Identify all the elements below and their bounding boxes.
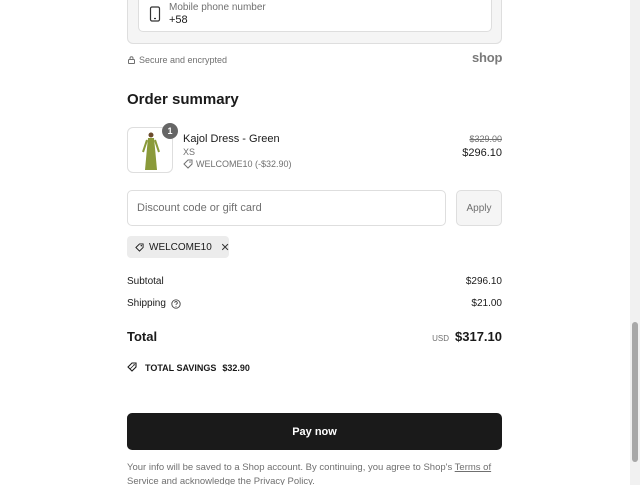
footer-text-middle: and acknowledge the <box>158 476 254 485</box>
phone-field-value[interactable]: +58 <box>169 14 188 26</box>
shop-logo: shop <box>472 50 503 65</box>
subtotal-label: Subtotal <box>127 276 164 287</box>
lock-icon <box>128 56 135 64</box>
subtotal-value: $296.10 <box>465 276 502 287</box>
product-price: $296.10 <box>462 147 502 159</box>
scrollbar-thumb[interactable] <box>632 322 638 462</box>
product-original-price: $329.00 <box>469 134 502 144</box>
scrollbar-track[interactable] <box>630 0 640 485</box>
product-discount: WELCOME10 (-$32.90) <box>183 159 292 169</box>
total-currency: USD <box>432 334 449 343</box>
remove-discount-icon[interactable] <box>221 242 229 252</box>
help-icon[interactable] <box>171 298 181 309</box>
shipping-value: $21.00 <box>471 298 502 309</box>
total-savings: TOTAL SAVINGS $32.90 <box>127 362 250 373</box>
product-variant: XS <box>183 147 196 157</box>
product-name: Kajol Dress - Green <box>183 133 280 145</box>
privacy-link[interactable]: Privacy Policy <box>254 476 312 485</box>
pay-now-button[interactable]: Pay now <box>127 413 502 450</box>
secure-notice: Secure and encrypted <box>128 55 227 65</box>
secure-text: Secure and encrypted <box>139 55 228 65</box>
footer-text-after: . <box>312 476 315 485</box>
total-amount: $317.10 <box>455 329 502 344</box>
mobile-phone-icon <box>149 6 161 22</box>
footer-consent-text: Your info will be saved to a Shop accoun… <box>127 461 507 485</box>
phone-field[interactable]: Mobile phone number +58 <box>138 0 492 32</box>
savings-tag-icon <box>127 362 137 372</box>
footer-text-before: Your info will be saved to a Shop accoun… <box>127 462 455 473</box>
shipping-label: Shipping <box>127 298 166 309</box>
tag-icon <box>183 159 193 169</box>
total-label: Total <box>127 329 158 344</box>
phone-field-label: Mobile phone number <box>169 2 266 13</box>
savings-label: TOTAL SAVINGS <box>145 362 217 373</box>
shipping-row-label: Shipping <box>127 298 181 309</box>
product-discount-label: WELCOME10 (-$32.90) <box>196 159 292 169</box>
quantity-badge: 1 <box>162 123 178 139</box>
order-summary-title: Order summary <box>127 91 239 108</box>
tag-icon <box>135 242 144 252</box>
applied-discount-chip: WELCOME10 <box>127 236 229 258</box>
apply-button[interactable]: Apply <box>456 190 502 226</box>
applied-discount-code: WELCOME10 <box>149 241 212 253</box>
savings-value: $32.90 <box>222 362 250 373</box>
total-value: USD $317.10 <box>432 329 502 344</box>
contact-card: Mobile phone number +58 <box>127 0 502 44</box>
discount-code-input[interactable] <box>127 190 446 226</box>
